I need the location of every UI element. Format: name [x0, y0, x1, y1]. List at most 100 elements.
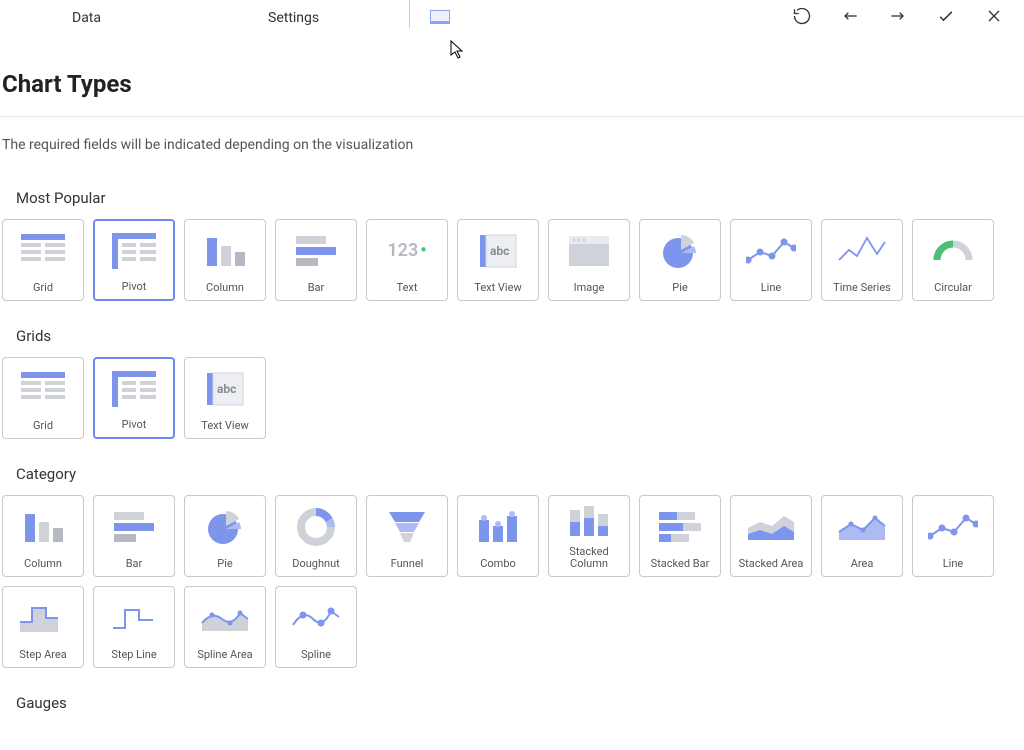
spline-icon [276, 587, 356, 649]
steparea-label: Step Area [17, 649, 69, 661]
top-toolbar: Data Settings [0, 0, 1024, 24]
bar-icon [276, 220, 356, 282]
line-label: Line [941, 558, 966, 570]
grid-icon [3, 358, 83, 420]
svg-text:abc: abc [490, 244, 509, 258]
chart-steparea[interactable]: Step Area [2, 586, 84, 668]
stackedcolumn-icon [549, 496, 629, 546]
funnel-icon [367, 496, 447, 558]
area-icon [822, 496, 902, 558]
circular-label: Circular [932, 282, 974, 294]
image-icon [549, 220, 629, 282]
pie-icon [185, 496, 265, 558]
stepline-icon [94, 587, 174, 649]
chart-stackedcolumn[interactable]: Stacked Column [548, 495, 630, 577]
bar-label: Bar [306, 282, 327, 294]
stackedbar-icon [640, 496, 720, 558]
pivot-label: Pivot [120, 281, 149, 293]
timeseries-label: Time Series [831, 282, 893, 294]
page-title: Chart Types [0, 24, 1024, 116]
chart-pivot-2[interactable]: Pivot [93, 357, 175, 439]
chart-splinearea[interactable]: Spline Area [184, 586, 266, 668]
column-label: Column [22, 558, 64, 570]
check-icon[interactable] [936, 6, 956, 30]
tab-data[interactable]: Data [72, 10, 101, 26]
chart-image[interactable]: Image [548, 219, 630, 301]
steparea-icon [3, 587, 83, 649]
pivot-icon [95, 359, 173, 419]
stepline-label: Step Line [109, 649, 158, 661]
column-label: Column [204, 282, 246, 294]
timeseries-icon [822, 220, 902, 282]
chart-column[interactable]: Column [184, 219, 266, 301]
chart-stackedbar[interactable]: Stacked Bar [639, 495, 721, 577]
chart-area[interactable]: Area [821, 495, 903, 577]
section-category: Category [0, 457, 1024, 495]
cards-category: Column Bar Pie [0, 495, 1024, 686]
doughnut-icon [276, 496, 356, 558]
textview-icon: abc [185, 358, 265, 420]
chart-circular[interactable]: Circular [912, 219, 994, 301]
chart-textview-2[interactable]: abc Text View [184, 357, 266, 439]
text-icon: 123• [367, 220, 447, 282]
toolbar-actions [792, 6, 1004, 30]
bar-icon [94, 496, 174, 558]
column-icon [185, 220, 265, 282]
chart-doughnut[interactable]: Doughnut [275, 495, 357, 577]
spline-label: Spline [299, 649, 333, 661]
line-label: Line [759, 282, 784, 294]
chart-pivot[interactable]: Pivot [93, 219, 175, 301]
splinearea-icon [185, 587, 265, 649]
section-grids: Grids [0, 319, 1024, 357]
chart-stepline[interactable]: Step Line [93, 586, 175, 668]
stackedbar-label: Stacked Bar [649, 558, 712, 570]
line-icon [913, 496, 993, 558]
pie-label: Pie [670, 282, 689, 294]
chart-bar[interactable]: Bar [275, 219, 357, 301]
chart-pie[interactable]: Pie [639, 219, 721, 301]
chart-line-2[interactable]: Line [912, 495, 994, 577]
chart-combo[interactable]: Combo [457, 495, 539, 577]
refresh-icon[interactable] [792, 6, 812, 30]
grid-label: Grid [31, 420, 55, 432]
stackedarea-icon [731, 496, 811, 558]
redo-icon[interactable] [888, 6, 908, 30]
stackedcolumn-label: Stacked Column [549, 546, 629, 570]
pie-label: Pie [215, 558, 234, 570]
area-label: Area [849, 558, 876, 570]
funnel-label: Funnel [389, 558, 426, 570]
column-icon [3, 496, 83, 558]
textview-label: Text View [472, 282, 523, 294]
grid-icon [3, 220, 83, 282]
bar-label: Bar [124, 558, 145, 570]
pie-icon [640, 220, 720, 282]
chart-funnel[interactable]: Funnel [366, 495, 448, 577]
chart-column-2[interactable]: Column [2, 495, 84, 577]
chart-timeseries[interactable]: Time Series [821, 219, 903, 301]
svg-text:abc: abc [217, 382, 236, 396]
cards-most-popular: Grid Pivot Column [0, 219, 1024, 319]
chart-textview[interactable]: abc Text View [457, 219, 539, 301]
chart-grid[interactable]: Grid [2, 219, 84, 301]
chart-pie-2[interactable]: Pie [184, 495, 266, 577]
chart-spline[interactable]: Spline [275, 586, 357, 668]
chart-grid-2[interactable]: Grid [2, 357, 84, 439]
image-label: Image [572, 282, 607, 294]
chart-text[interactable]: 123• Text [366, 219, 448, 301]
textview-icon: abc [458, 220, 538, 282]
chart-bar-2[interactable]: Bar [93, 495, 175, 577]
splinearea-label: Spline Area [195, 649, 254, 661]
text-label: Text [395, 282, 420, 294]
section-most-popular: Most Popular [0, 181, 1024, 219]
close-icon[interactable] [984, 6, 1004, 30]
separator [0, 116, 1024, 117]
undo-icon[interactable] [840, 6, 860, 30]
tab-settings[interactable]: Settings [268, 10, 319, 26]
section-gauges: Gauges [0, 686, 1024, 724]
combo-label: Combo [478, 558, 518, 570]
stackedarea-label: Stacked Area [737, 558, 806, 570]
chart-preview-icon[interactable] [430, 10, 450, 24]
toolbar-divider [409, 0, 410, 28]
chart-line[interactable]: Line [730, 219, 812, 301]
chart-stackedarea[interactable]: Stacked Area [730, 495, 812, 577]
